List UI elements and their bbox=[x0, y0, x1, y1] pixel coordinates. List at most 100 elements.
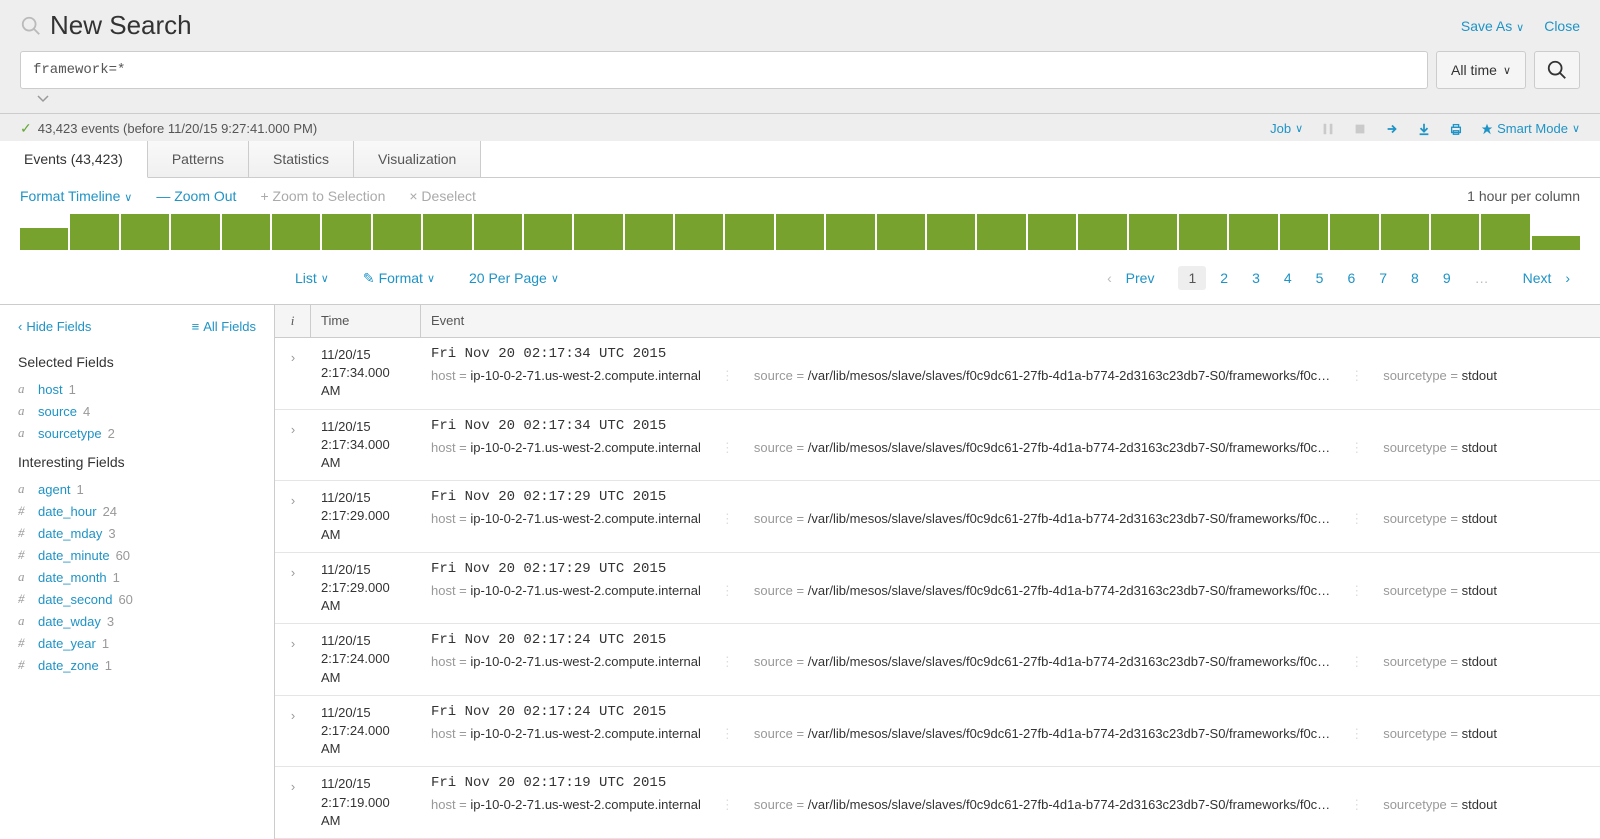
field-item[interactable]: #date_second60 bbox=[18, 588, 256, 610]
event-host[interactable]: host = ip-10-0-2-71.us-west-2.compute.in… bbox=[431, 654, 701, 670]
hide-fields[interactable]: ‹ Hide Fields bbox=[18, 319, 91, 334]
close-button[interactable]: Close bbox=[1544, 18, 1580, 34]
event-source[interactable]: source = /var/lib/mesos/slave/slaves/f0c… bbox=[754, 583, 1330, 599]
pager-page[interactable]: 5 bbox=[1306, 266, 1334, 290]
search-input[interactable] bbox=[20, 51, 1428, 89]
col-time[interactable]: Time bbox=[311, 305, 421, 337]
save-as-button[interactable]: Save As ∨ bbox=[1461, 18, 1524, 34]
tab-events[interactable]: Events (43,423) bbox=[0, 141, 148, 178]
event-time: 11/20/152:17:24.000 AM bbox=[311, 704, 421, 759]
timeline-chart[interactable] bbox=[0, 214, 1600, 252]
event-row: › 11/20/152:17:29.000 AM Fri Nov 20 02:1… bbox=[275, 481, 1600, 553]
pager-next[interactable]: Next › bbox=[1503, 266, 1580, 290]
expand-event[interactable]: › bbox=[275, 704, 311, 759]
time-range-picker[interactable]: All time∨ bbox=[1436, 51, 1526, 89]
event-row: › 11/20/152:17:34.000 AM Fri Nov 20 02:1… bbox=[275, 410, 1600, 482]
event-row: › 11/20/152:17:29.000 AM Fri Nov 20 02:1… bbox=[275, 553, 1600, 625]
event-source[interactable]: source = /var/lib/mesos/slave/slaves/f0c… bbox=[754, 368, 1330, 384]
field-item[interactable]: asource4 bbox=[18, 400, 256, 422]
field-item[interactable]: asourcetype2 bbox=[18, 422, 256, 444]
event-raw[interactable]: Fri Nov 20 02:17:24 UTC 2015 bbox=[431, 704, 1590, 720]
expand-event[interactable]: › bbox=[275, 418, 311, 473]
col-event: Event bbox=[421, 305, 1600, 337]
download-icon[interactable] bbox=[1417, 122, 1431, 136]
event-time: 11/20/152:17:34.000 AM bbox=[311, 346, 421, 401]
event-time: 11/20/152:17:34.000 AM bbox=[311, 418, 421, 473]
tab-statistics[interactable]: Statistics bbox=[249, 141, 354, 177]
event-sourcetype[interactable]: sourcetype = stdout bbox=[1383, 726, 1497, 742]
pager-prev: ‹ Prev bbox=[1097, 266, 1174, 290]
stop-icon[interactable] bbox=[1353, 122, 1367, 136]
pager-page[interactable]: 3 bbox=[1242, 266, 1270, 290]
share-icon[interactable] bbox=[1385, 122, 1399, 136]
pager-page[interactable]: 1 bbox=[1178, 266, 1206, 290]
format-events[interactable]: ✎Format ∨ bbox=[363, 270, 435, 287]
event-host[interactable]: host = ip-10-0-2-71.us-west-2.compute.in… bbox=[431, 726, 701, 742]
event-sourcetype[interactable]: sourcetype = stdout bbox=[1383, 368, 1497, 384]
search-icon bbox=[20, 15, 42, 37]
pager-page[interactable]: 9 bbox=[1433, 266, 1461, 290]
event-row: › 11/20/152:17:34.000 AM Fri Nov 20 02:1… bbox=[275, 338, 1600, 410]
expand-event[interactable]: › bbox=[275, 561, 311, 616]
event-sourcetype[interactable]: sourcetype = stdout bbox=[1383, 583, 1497, 599]
event-raw[interactable]: Fri Nov 20 02:17:34 UTC 2015 bbox=[431, 346, 1590, 362]
expand-event[interactable]: › bbox=[275, 489, 311, 544]
search-assist-toggle[interactable] bbox=[36, 93, 1580, 103]
pager-page[interactable]: 2 bbox=[1210, 266, 1238, 290]
tab-patterns[interactable]: Patterns bbox=[148, 141, 249, 177]
search-mode[interactable]: Smart Mode ∨ bbox=[1481, 121, 1580, 136]
format-timeline[interactable]: Format Timeline ∨ bbox=[20, 188, 132, 204]
event-source[interactable]: source = /var/lib/mesos/slave/slaves/f0c… bbox=[754, 726, 1330, 742]
page-title: New Search bbox=[50, 10, 192, 41]
interesting-fields-header: Interesting Fields bbox=[18, 454, 256, 470]
event-source[interactable]: source = /var/lib/mesos/slave/slaves/f0c… bbox=[754, 654, 1330, 670]
field-item[interactable]: adate_wday3 bbox=[18, 610, 256, 632]
event-sourcetype[interactable]: sourcetype = stdout bbox=[1383, 654, 1497, 670]
pause-icon[interactable] bbox=[1321, 122, 1335, 136]
print-icon[interactable] bbox=[1449, 122, 1463, 136]
expand-event[interactable]: › bbox=[275, 346, 311, 401]
event-raw[interactable]: Fri Nov 20 02:17:29 UTC 2015 bbox=[431, 489, 1590, 505]
event-source[interactable]: source = /var/lib/mesos/slave/slaves/f0c… bbox=[754, 440, 1330, 456]
pager-page[interactable]: 4 bbox=[1274, 266, 1302, 290]
pager-more: … bbox=[1465, 266, 1499, 290]
field-item[interactable]: adate_month1 bbox=[18, 566, 256, 588]
event-source[interactable]: source = /var/lib/mesos/slave/slaves/f0c… bbox=[754, 797, 1330, 813]
zoom-out[interactable]: — Zoom Out bbox=[156, 188, 236, 204]
expand-event[interactable]: › bbox=[275, 632, 311, 687]
pager-page[interactable]: 6 bbox=[1337, 266, 1365, 290]
event-raw[interactable]: Fri Nov 20 02:17:24 UTC 2015 bbox=[431, 632, 1590, 648]
expand-event[interactable]: › bbox=[275, 775, 311, 830]
field-item[interactable]: aagent1 bbox=[18, 478, 256, 500]
event-host[interactable]: host = ip-10-0-2-71.us-west-2.compute.in… bbox=[431, 511, 701, 527]
search-button[interactable] bbox=[1534, 51, 1580, 89]
event-host[interactable]: host = ip-10-0-2-71.us-west-2.compute.in… bbox=[431, 440, 701, 456]
all-fields[interactable]: ≡ All Fields bbox=[192, 319, 256, 334]
event-host[interactable]: host = ip-10-0-2-71.us-west-2.compute.in… bbox=[431, 368, 701, 384]
field-item[interactable]: #date_mday3 bbox=[18, 522, 256, 544]
job-menu[interactable]: Job ∨ bbox=[1270, 121, 1303, 136]
field-item[interactable]: #date_zone1 bbox=[18, 654, 256, 676]
tab-visualization[interactable]: Visualization bbox=[354, 141, 481, 177]
field-item[interactable]: #date_year1 bbox=[18, 632, 256, 654]
pager-page[interactable]: 8 bbox=[1401, 266, 1429, 290]
event-raw[interactable]: Fri Nov 20 02:17:29 UTC 2015 bbox=[431, 561, 1590, 577]
event-sourcetype[interactable]: sourcetype = stdout bbox=[1383, 511, 1497, 527]
event-raw[interactable]: Fri Nov 20 02:17:34 UTC 2015 bbox=[431, 418, 1590, 434]
event-row: › 11/20/152:17:24.000 AM Fri Nov 20 02:1… bbox=[275, 624, 1600, 696]
field-item[interactable]: #date_hour24 bbox=[18, 500, 256, 522]
pager-page[interactable]: 7 bbox=[1369, 266, 1397, 290]
event-host[interactable]: host = ip-10-0-2-71.us-west-2.compute.in… bbox=[431, 797, 701, 813]
view-mode-list[interactable]: List ∨ bbox=[295, 270, 329, 287]
field-item[interactable]: ahost1 bbox=[18, 378, 256, 400]
event-source[interactable]: source = /var/lib/mesos/slave/slaves/f0c… bbox=[754, 511, 1330, 527]
field-item[interactable]: #date_minute60 bbox=[18, 544, 256, 566]
timeline-scale: 1 hour per column bbox=[1467, 188, 1580, 204]
event-time: 11/20/152:17:29.000 AM bbox=[311, 561, 421, 616]
event-time: 11/20/152:17:29.000 AM bbox=[311, 489, 421, 544]
event-host[interactable]: host = ip-10-0-2-71.us-west-2.compute.in… bbox=[431, 583, 701, 599]
event-raw[interactable]: Fri Nov 20 02:17:19 UTC 2015 bbox=[431, 775, 1590, 791]
event-sourcetype[interactable]: sourcetype = stdout bbox=[1383, 797, 1497, 813]
per-page[interactable]: 20 Per Page ∨ bbox=[469, 270, 559, 287]
event-sourcetype[interactable]: sourcetype = stdout bbox=[1383, 440, 1497, 456]
